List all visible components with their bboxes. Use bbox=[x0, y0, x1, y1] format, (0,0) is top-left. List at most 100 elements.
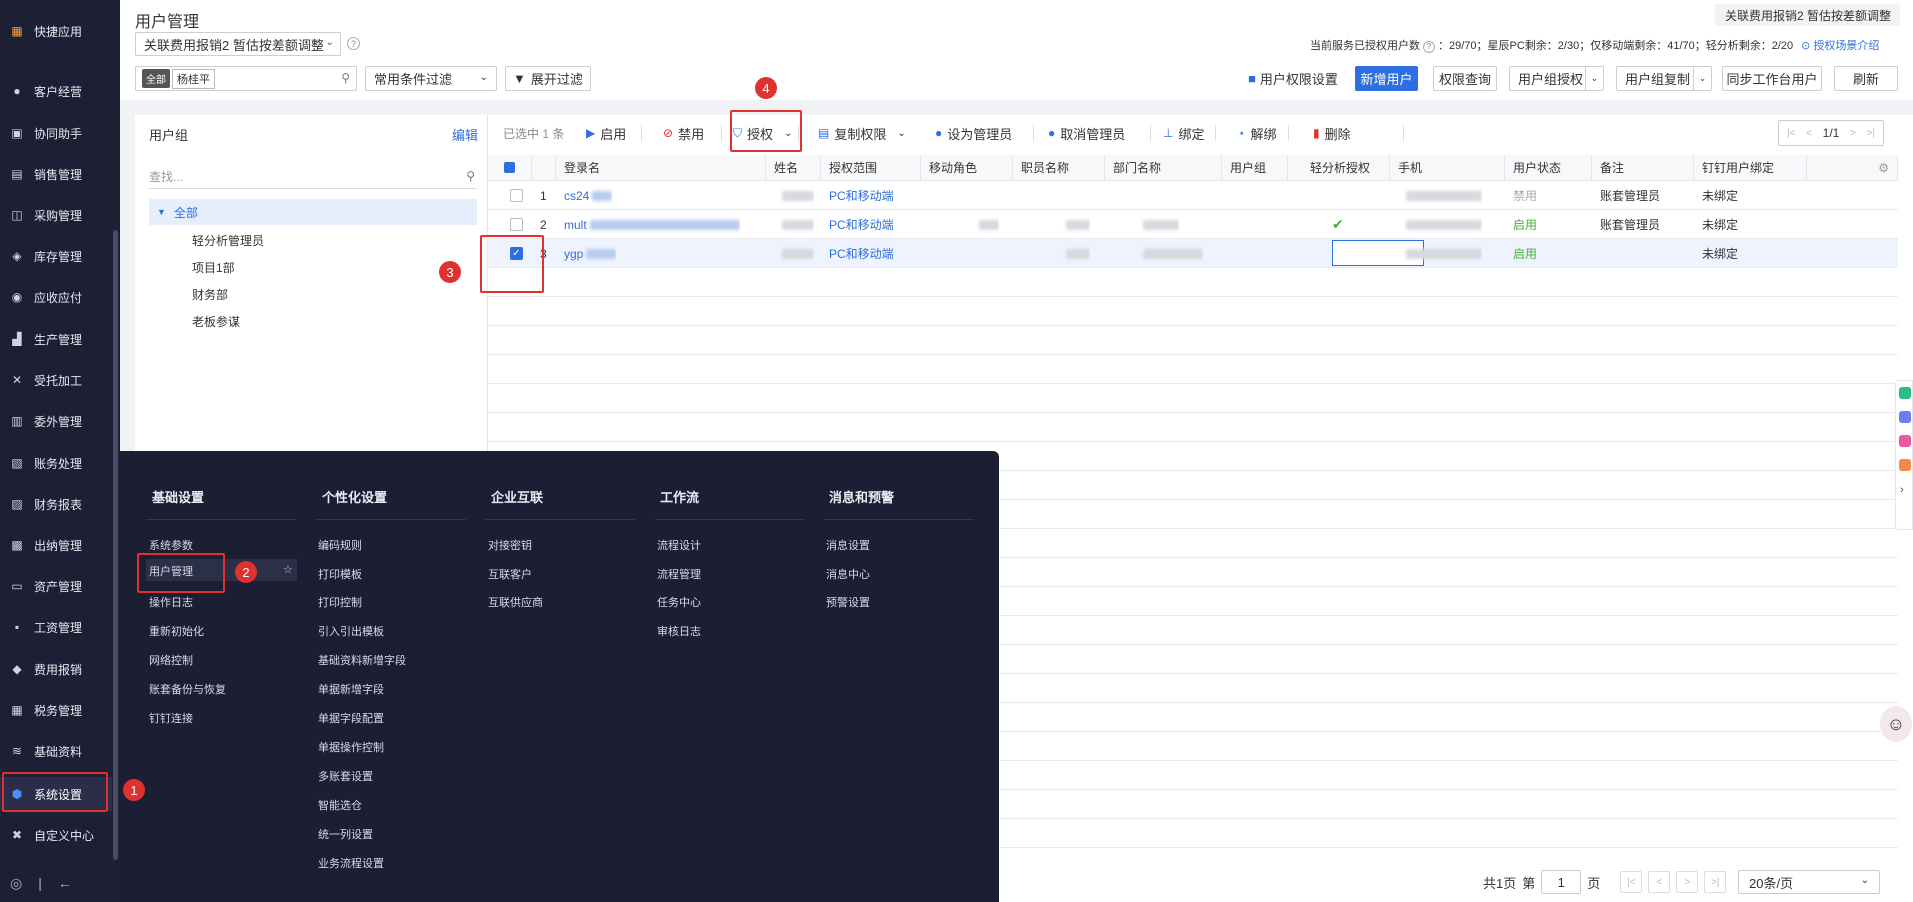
help-icon[interactable]: ? bbox=[1423, 41, 1435, 53]
header-status[interactable]: 用户状态 bbox=[1505, 155, 1592, 181]
menu-item[interactable]: 单据操作控制 bbox=[318, 739, 384, 755]
nav-item-outsource[interactable]: ▥ 委外管理 bbox=[0, 404, 112, 438]
chevron-down-icon[interactable]: ⌄ bbox=[1585, 67, 1603, 90]
condition-filter-select[interactable]: 常用条件过滤 ⌄ bbox=[365, 66, 497, 91]
table-row-selected[interactable]: ✓ 3 ygp PC和移动端 启用 未绑定 bbox=[488, 239, 1898, 268]
nav-item-assets[interactable]: ▭ 资产管理 bbox=[0, 569, 112, 603]
menu-item[interactable]: 基础资料新增字段 bbox=[318, 652, 406, 668]
assistant-avatar-icon[interactable]: ☺ bbox=[1880, 706, 1912, 742]
header-dingtalk[interactable]: 钉钉用户绑定 bbox=[1694, 155, 1807, 181]
prev-page-icon[interactable]: < bbox=[1648, 871, 1671, 893]
scope-cell[interactable]: PC和移动端 bbox=[821, 181, 894, 210]
menu-item[interactable]: 预警设置 bbox=[826, 594, 870, 610]
topright-book-switch[interactable]: 关联费用报销2 暂估按差额调整 ⌄ bbox=[1715, 4, 1900, 26]
header-phone[interactable]: 手机 bbox=[1390, 155, 1505, 181]
menu-item[interactable]: 引入引出模板 bbox=[318, 623, 384, 639]
collapse-arrow-icon[interactable]: ← bbox=[58, 875, 72, 891]
tree-node[interactable]: 老板参谋 bbox=[192, 313, 240, 330]
table-row[interactable]: 2 mult PC和移动端 ✔ 启用 账套管理员 未绑定 bbox=[488, 210, 1898, 239]
menu-item-dingtalk[interactable]: 钉钉连接 bbox=[149, 710, 193, 726]
refresh-button[interactable]: 刷新 bbox=[1834, 66, 1898, 91]
nav-item-salary[interactable]: ▪ 工资管理 bbox=[0, 610, 112, 644]
login-name-link[interactable]: cs24 bbox=[556, 181, 613, 210]
search-icon[interactable]: ⚲ bbox=[466, 169, 475, 183]
gift-icon[interactable] bbox=[1899, 459, 1911, 471]
enable-button[interactable]: ▶ 启用 bbox=[586, 123, 626, 143]
menu-item[interactable]: 单据新增字段 bbox=[318, 681, 384, 697]
settings-circle-icon[interactable]: ◎ bbox=[10, 875, 22, 892]
disable-button[interactable]: ⊘ 禁用 bbox=[663, 123, 704, 143]
header-dept[interactable]: 部门名称 bbox=[1105, 155, 1222, 181]
delete-button[interactable]: ▮ 删除 bbox=[1313, 123, 1351, 143]
login-name-link[interactable]: ygp bbox=[556, 239, 617, 268]
menu-item[interactable]: 消息设置 bbox=[826, 537, 870, 553]
next-page-icon[interactable]: > bbox=[1676, 871, 1699, 893]
search-icon[interactable]: ⚲ bbox=[341, 71, 350, 85]
sync-workbench-button[interactable]: 同步工作台用户 bbox=[1722, 66, 1822, 91]
menu-item[interactable]: 消息中心 bbox=[826, 566, 870, 582]
nav-item-tax[interactable]: ▦ 税务管理 bbox=[0, 693, 112, 727]
group-copy-button[interactable]: 用户组复制 ⌄ bbox=[1616, 66, 1712, 91]
filter-tag-user[interactable]: 杨桂平 bbox=[172, 68, 215, 89]
menu-item[interactable]: 业务流程设置 bbox=[318, 855, 384, 871]
chat-icon[interactable] bbox=[1899, 411, 1911, 423]
star-icon[interactable]: ☆ bbox=[283, 563, 293, 576]
add-user-button[interactable]: 新增用户 bbox=[1355, 66, 1418, 91]
tree-node[interactable]: 项目1部 bbox=[192, 259, 235, 276]
header-group[interactable]: 用户组 bbox=[1222, 155, 1288, 181]
next-page-icon[interactable]: > bbox=[1850, 128, 1856, 139]
cancel-admin-button[interactable]: ● 取消管理员 bbox=[1048, 123, 1125, 143]
tree-node[interactable]: 轻分析管理员 bbox=[192, 232, 264, 249]
nav-item-collab[interactable]: ▣ 协同助手 bbox=[0, 116, 112, 150]
group-auth-button[interactable]: 用户组授权 ⌄ bbox=[1509, 66, 1604, 91]
calendar-icon[interactable] bbox=[1899, 435, 1911, 447]
nav-item-expense[interactable]: ◆ 费用报销 bbox=[0, 652, 112, 686]
page-size-select[interactable]: 20条/页 ⌄ bbox=[1738, 870, 1880, 894]
nav-item-customer[interactable]: ● 客户经营 bbox=[0, 74, 112, 108]
help-icon[interactable]: ? bbox=[347, 37, 360, 50]
menu-item-operation-log[interactable]: 操作日志 bbox=[149, 594, 193, 610]
first-page-icon[interactable]: |< bbox=[1620, 871, 1643, 893]
unbind-button[interactable]: ⋆ 解绑 bbox=[1238, 123, 1277, 143]
last-page-icon[interactable]: >| bbox=[1704, 871, 1727, 893]
menu-item[interactable]: 互联客户 bbox=[488, 566, 532, 582]
row-checkbox[interactable] bbox=[502, 181, 523, 210]
header-scope[interactable]: 授权范围 bbox=[821, 155, 921, 181]
nav-item-reports[interactable]: ▨ 财务报表 bbox=[0, 487, 112, 521]
gear-icon[interactable]: ⚙ bbox=[1878, 161, 1889, 175]
menu-item[interactable]: 单据字段配置 bbox=[318, 710, 384, 726]
header-staff-name[interactable]: 职员名称 bbox=[1013, 155, 1105, 181]
nav-item-custom-center[interactable]: ✖ 自定义中心 bbox=[0, 818, 112, 852]
menu-item-reinit[interactable]: 重新初始化 bbox=[149, 623, 204, 639]
header-name[interactable]: 姓名 bbox=[766, 155, 821, 181]
checkbox[interactable] bbox=[510, 218, 523, 231]
nav-item-production[interactable]: ▟ 生产管理 bbox=[0, 322, 112, 356]
menu-item[interactable]: 智能选仓 bbox=[318, 797, 362, 813]
menu-item[interactable]: 多账套设置 bbox=[318, 768, 373, 784]
user-perm-settings-button[interactable]: ■ 用户权限设置 bbox=[1243, 66, 1343, 91]
prev-page-icon[interactable]: < bbox=[1806, 128, 1812, 139]
menu-item[interactable]: 对接密钥 bbox=[488, 537, 532, 553]
copy-perm-button[interactable]: ▤ 复制权限 ⌄ bbox=[818, 123, 906, 143]
help-bubble-icon[interactable] bbox=[1899, 387, 1911, 399]
menu-item[interactable]: 打印控制 bbox=[318, 594, 362, 610]
account-book-select[interactable]: 关联费用报销2 暂估按差额调整 ⌄ bbox=[135, 32, 341, 56]
menu-item[interactable]: 审核日志 bbox=[657, 623, 701, 639]
menu-item-backup[interactable]: 账套备份与恢复 bbox=[149, 681, 226, 697]
expand-filter-button[interactable]: ▼ 展开过滤 bbox=[505, 66, 591, 91]
nav-item-accounting[interactable]: ▧ 账务处理 bbox=[0, 446, 112, 480]
header-settings[interactable]: ⚙ bbox=[1807, 155, 1898, 181]
select-all-checkbox[interactable] bbox=[504, 162, 515, 173]
header-select-all[interactable] bbox=[488, 155, 532, 181]
nav-scrollbar[interactable] bbox=[113, 230, 118, 860]
header-login[interactable]: 登录名 bbox=[556, 155, 766, 181]
license-scene-link[interactable]: ⊙ 授权场景介绍 bbox=[1801, 40, 1879, 52]
set-admin-button[interactable]: ● 设为管理员 bbox=[935, 123, 1012, 143]
filter-tag-all[interactable]: 全部 bbox=[142, 69, 170, 88]
tree-node[interactable]: 财务部 bbox=[192, 286, 228, 303]
header-note[interactable]: 备注 bbox=[1592, 155, 1694, 181]
menu-item[interactable]: 编码规则 bbox=[318, 537, 362, 553]
chevron-down-icon[interactable]: ⌄ bbox=[1693, 67, 1711, 90]
menu-item[interactable]: 互联供应商 bbox=[488, 594, 543, 610]
menu-item[interactable]: 打印模板 bbox=[318, 566, 362, 582]
